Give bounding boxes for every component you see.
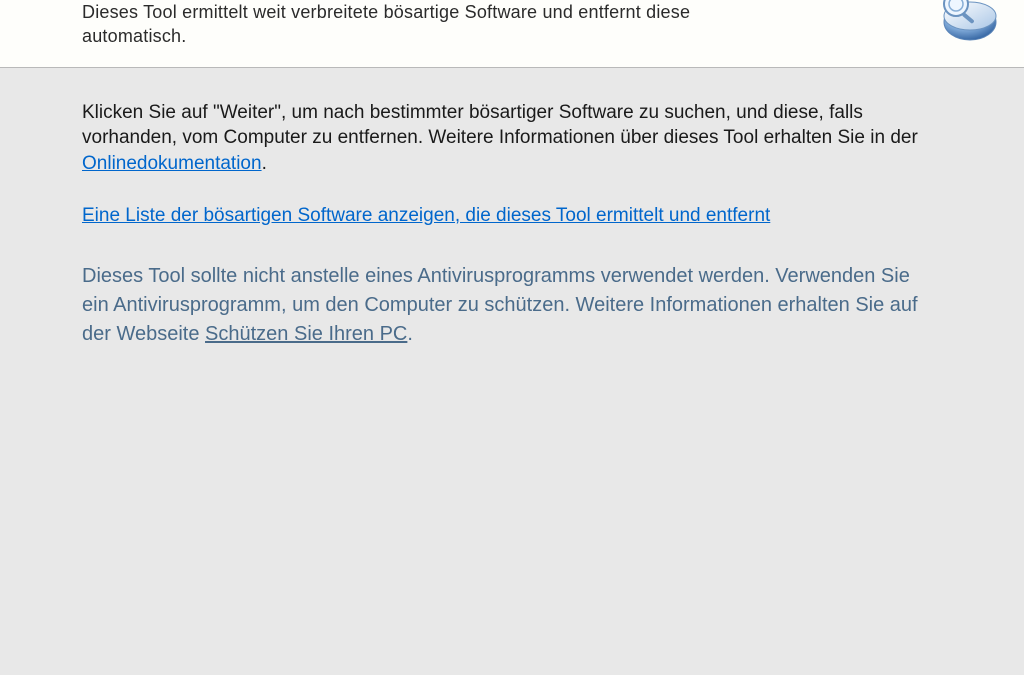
antivirus-note-paragraph: Dieses Tool sollte nicht anstelle eines … — [82, 262, 932, 349]
note-text-post: . — [407, 323, 413, 345]
online-documentation-link[interactable]: Onlinedokumentation — [82, 153, 262, 174]
intro-text-pre: Klicken Sie auf "Weiter", um nach bestim… — [82, 102, 918, 149]
intro-text-post: . — [262, 153, 267, 174]
wizard-header: Dieses Tool ermittelt weit verbreitete b… — [0, 0, 1024, 68]
shield-scan-icon — [932, 0, 1002, 52]
wizard-subtitle-line1: Dieses Tool ermittelt weit verbreitete b… — [82, 2, 690, 22]
wizard-subtitle-line2: automatisch. — [82, 26, 186, 46]
wizard-body: Klicken Sie auf "Weiter", um nach bestim… — [0, 68, 1024, 370]
protect-your-pc-link[interactable]: Schützen Sie Ihren PC — [205, 323, 407, 345]
intro-paragraph: Klicken Sie auf "Weiter", um nach bestim… — [82, 100, 922, 177]
wizard-subtitle: Dieses Tool ermittelt weit verbreitete b… — [82, 0, 934, 49]
wizard-window: Dieses Tool ermittelt weit verbreitete b… — [0, 0, 1024, 675]
show-malware-list-link[interactable]: Eine Liste der bösartigen Software anzei… — [82, 203, 770, 229]
